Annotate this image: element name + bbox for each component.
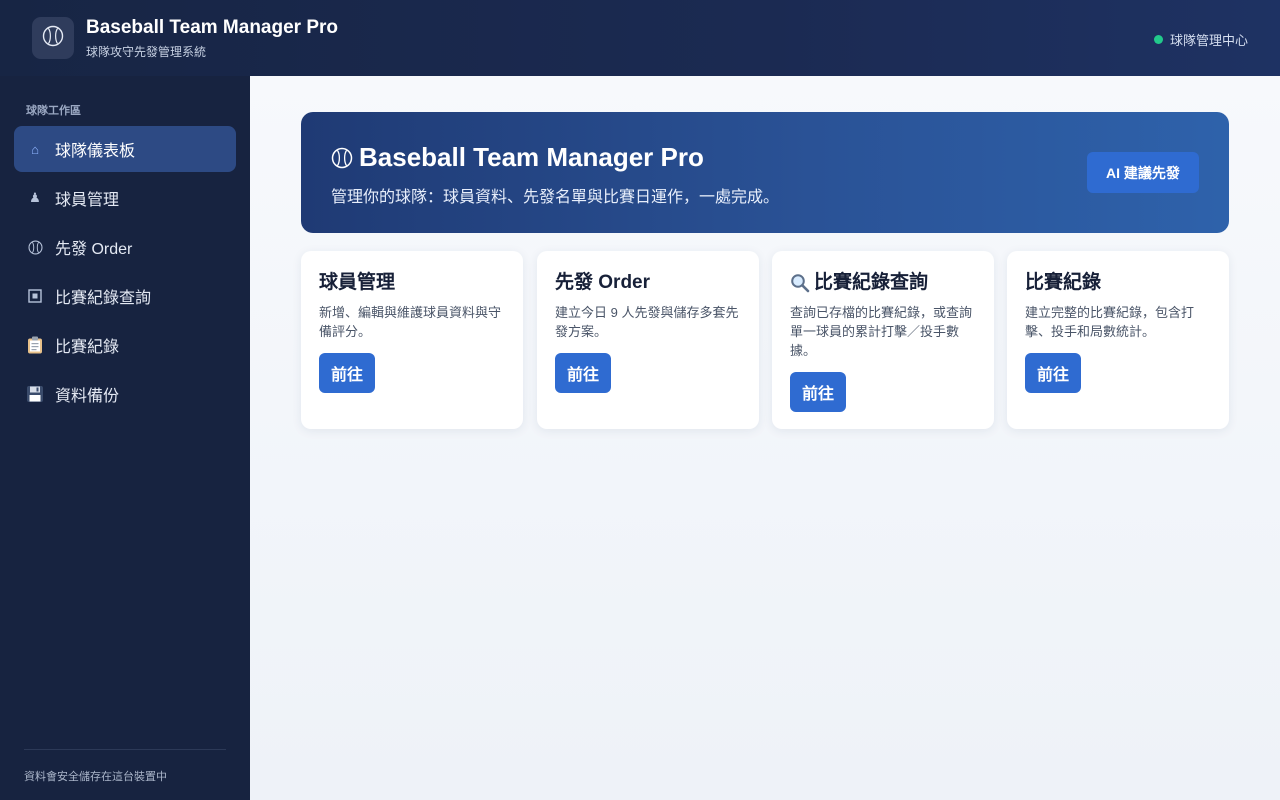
sidebar-item-record-search[interactable]: 比賽紀錄查詢 — [14, 273, 236, 319]
hero-title: Baseball Team Manager Pro — [331, 142, 1199, 173]
baseball-icon — [331, 147, 353, 169]
sidebar-item-label: 比賽紀錄 — [55, 339, 120, 356]
floppy-disk-icon — [26, 385, 44, 403]
sidebar-footer: 資料會安全儲存在這台裝置中 — [24, 771, 167, 783]
card-player-management: 球員管理 新增、編輯與維護球員資料與守備評分。 前往 — [301, 251, 523, 429]
baseball-icon — [42, 25, 64, 52]
card-description: 查詢已存檔的比賽紀錄，或查詢單一球員的累計打擊／投手數據。 — [790, 305, 973, 358]
card-record-search: 比賽紀錄查詢 查詢已存檔的比賽紀錄，或查詢單一球員的累計打擊／投手數據。 前往 — [772, 251, 994, 429]
card-description: 建立今日 9 人先發與儲存多套先發方案。 — [555, 305, 739, 339]
sidebar: 球隊工作區 ⌂ 球隊儀表板 ♟ 球員管理 先發 Order 比賽紀錄查詢 比賽紀… — [0, 76, 250, 800]
card-lineup: 先發 Order 建立今日 9 人先發與儲存多套先發方案。 前往 — [537, 251, 759, 429]
brand: Baseball Team Manager Pro 球隊攻守先發管理系統 — [86, 16, 338, 60]
feature-cards: 球員管理 新增、編輯與維護球員資料與守備評分。 前往 先發 Order 建立今日… — [301, 251, 1229, 429]
hero-subtitle: 管理你的球隊：球員資料、先發名單與比賽日運作，一處完成。 — [331, 189, 780, 206]
clipboard-icon — [26, 336, 44, 354]
sidebar-item-lineup[interactable]: 先發 Order — [14, 224, 236, 270]
card-title: 先發 Order — [555, 272, 651, 293]
sidebar-divider — [24, 749, 226, 750]
sidebar-item-label: 資料備份 — [55, 388, 120, 405]
sidebar-item-label: 先發 Order — [55, 241, 133, 258]
go-button[interactable]: 前往 — [319, 353, 375, 393]
app-title: Baseball Team Manager Pro — [86, 17, 339, 38]
sidebar-item-backup[interactable]: 資料備份 — [14, 371, 236, 417]
sidebar-item-label: 比賽紀錄查詢 — [55, 290, 152, 307]
go-button[interactable]: 前往 — [790, 372, 846, 412]
go-button[interactable]: 前往 — [1025, 353, 1081, 393]
card-game-records: 比賽紀錄 建立完整的比賽紀錄，包含打擊、投手和局數統計。 前往 — [1007, 251, 1229, 429]
home-icon: ⌂ — [31, 141, 39, 157]
app-root: Baseball Team Manager Pro 球隊攻守先發管理系統 球隊管… — [0, 0, 1280, 800]
status-label: 球隊管理中心 — [1169, 33, 1248, 48]
record-icon — [26, 289, 44, 303]
baseball-icon — [26, 239, 44, 255]
go-button[interactable]: 前往 — [555, 353, 611, 393]
card-title: 球員管理 — [319, 272, 396, 293]
ai-suggest-lineup-button[interactable]: AI 建議先發 — [1087, 152, 1199, 193]
hero-title-text: Baseball Team Manager Pro — [359, 142, 704, 172]
status-dot — [1153, 35, 1163, 44]
app-logo — [32, 17, 74, 59]
player-icon: ♟ — [29, 190, 41, 205]
card-title: 比賽紀錄查詢 — [790, 271, 976, 295]
status-indicator: 球隊管理中心 — [1153, 30, 1248, 49]
top-header: Baseball Team Manager Pro 球隊攻守先發管理系統 球隊管… — [0, 0, 1280, 76]
card-title: 比賽紀錄 — [1025, 272, 1102, 293]
sidebar-nav: ⌂ 球隊儀表板 ♟ 球員管理 先發 Order 比賽紀錄查詢 比賽紀錄 資料備份 — [14, 126, 236, 420]
search-icon — [790, 273, 810, 293]
sidebar-item-label: 球隊儀表板 — [55, 143, 136, 160]
sidebar-item-label: 球員管理 — [55, 192, 120, 209]
card-title-text: 比賽紀錄查詢 — [814, 272, 929, 293]
card-description: 建立完整的比賽紀錄，包含打擊、投手和局數統計。 — [1025, 305, 1195, 339]
sidebar-section-label: 球隊工作區 — [26, 105, 81, 117]
app-subtitle: 球隊攻守先發管理系統 — [86, 45, 207, 59]
card-description: 新增、編輯與維護球員資料與守備評分。 — [319, 305, 502, 339]
hero-banner: Baseball Team Manager Pro 管理你的球隊：球員資料、先發… — [301, 112, 1229, 233]
sidebar-item-dashboard[interactable]: ⌂ 球隊儀表板 — [14, 126, 236, 172]
sidebar-item-records[interactable]: 比賽紀錄 — [14, 322, 236, 368]
sidebar-item-players[interactable]: ♟ 球員管理 — [14, 175, 236, 221]
main-content: Baseball Team Manager Pro 管理你的球隊：球員資料、先發… — [250, 76, 1280, 800]
